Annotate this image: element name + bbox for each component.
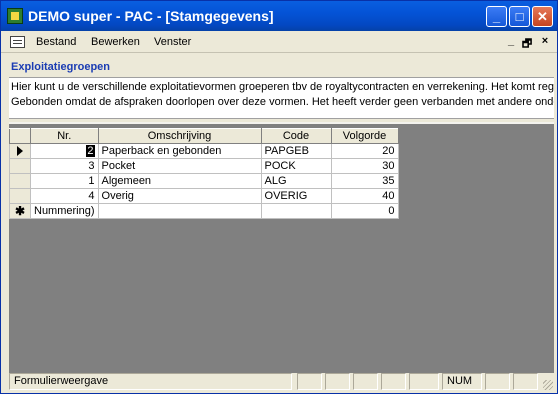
status-panel — [353, 373, 378, 390]
cell-code[interactable] — [260, 203, 332, 219]
cell-volgorde[interactable]: 20 — [330, 143, 399, 159]
menu-bar: Bestand Bewerken Venster _ 🗗 × — [1, 31, 557, 53]
cell-code[interactable]: PAPGEB — [260, 143, 332, 159]
mdi-minimize-button[interactable]: _ — [504, 35, 518, 47]
new-record-selector[interactable]: ✱ — [9, 203, 31, 219]
new-record-row[interactable]: ✱ Nummering) 0 — [9, 203, 399, 219]
maximize-button[interactable]: □ — [509, 6, 530, 27]
form-header: Exploitatiegroepen Hier kunt u de versch… — [9, 56, 554, 122]
resize-grip-icon[interactable] — [543, 380, 553, 390]
record-selector[interactable] — [9, 188, 31, 204]
cell-nr[interactable]: 2 — [30, 143, 99, 159]
new-record-star-icon: ✱ — [14, 204, 26, 218]
column-header-volgorde[interactable]: Volgorde — [330, 128, 399, 144]
app-window: DEMO super - PAC - [Stamgegevens] _ □ ✕ … — [0, 0, 558, 394]
window-title: DEMO super - PAC - [Stamgegevens] — [28, 8, 274, 24]
menu-venster[interactable]: Venster — [154, 36, 191, 48]
menu-bewerken[interactable]: Bewerken — [91, 36, 140, 48]
minimize-button[interactable]: _ — [486, 6, 507, 27]
column-header-nr[interactable]: Nr. — [30, 128, 99, 144]
record-selector[interactable] — [9, 173, 31, 189]
table-row[interactable]: 1 Algemeen ALG 35 — [9, 173, 399, 189]
table-row[interactable]: 4 Overig OVERIG 40 — [9, 188, 399, 204]
status-panel — [325, 373, 350, 390]
cell-volgorde[interactable]: 35 — [330, 173, 399, 189]
datasheet-table: Nr. Omschrijving Code Volgorde 2 Paperba… — [9, 128, 399, 219]
description-line: Hier kunt u de verschillende exploitatie… — [11, 81, 554, 93]
cell-omschrijving[interactable]: Overig — [97, 188, 262, 204]
cell-volgorde[interactable]: 40 — [330, 188, 399, 204]
cell-code[interactable]: POCK — [260, 158, 332, 174]
cell-omschrijving[interactable] — [97, 203, 262, 219]
status-text: Formulierweergave — [9, 373, 292, 390]
status-panel — [513, 373, 538, 390]
table-row[interactable]: 2 Paperback en gebonden PAPGEB 20 — [9, 143, 399, 159]
cell-volgorde[interactable]: 30 — [330, 158, 399, 174]
mdi-restore-button[interactable]: 🗗 — [520, 35, 534, 54]
cell-code[interactable]: ALG — [260, 173, 332, 189]
datasheet-area: Nr. Omschrijving Code Volgorde 2 Paperba… — [9, 122, 554, 376]
current-record-arrow-icon — [17, 146, 23, 157]
status-panel — [381, 373, 406, 390]
cell-nr[interactable]: 4 — [30, 188, 99, 204]
form-title: Exploitatiegroepen — [11, 61, 111, 73]
record-selector[interactable] — [9, 158, 31, 174]
cell-nr-value: 2 — [86, 145, 95, 157]
close-button[interactable]: ✕ — [532, 6, 553, 27]
cell-omschrijving[interactable]: Pocket — [97, 158, 262, 174]
table-row[interactable]: 3 Pocket POCK 30 — [9, 158, 399, 174]
cell-nr[interactable]: 1 — [30, 173, 99, 189]
header-row: Nr. Omschrijving Code Volgorde — [9, 128, 399, 144]
column-header-code[interactable]: Code — [260, 128, 332, 144]
num-lock-indicator: NUM — [442, 373, 482, 390]
cell-nr[interactable]: Nummering) — [30, 203, 99, 219]
description-line: Gebonden omdat de afspraken doorlopen ov… — [11, 96, 554, 108]
title-bar[interactable]: DEMO super - PAC - [Stamgegevens] _ □ ✕ — [1, 1, 557, 31]
status-panel — [485, 373, 510, 390]
menu-bestand[interactable]: Bestand — [36, 36, 76, 48]
description-box[interactable]: Hier kunt u de verschillende exploitatie… — [9, 77, 554, 119]
cell-nr[interactable]: 3 — [30, 158, 99, 174]
status-bar: Formulierweergave NUM — [9, 373, 554, 391]
cell-omschrijving[interactable]: Paperback en gebonden — [97, 143, 262, 159]
record-selector-current[interactable] — [9, 143, 31, 159]
form-area: Exploitatiegroepen Hier kunt u de versch… — [9, 56, 554, 376]
mdi-close-button[interactable]: × — [538, 35, 552, 47]
form-menu-icon[interactable] — [10, 36, 25, 48]
status-panel — [409, 373, 439, 390]
cell-code[interactable]: OVERIG — [260, 188, 332, 204]
status-panel — [297, 373, 322, 390]
cell-omschrijving[interactable]: Algemeen — [97, 173, 262, 189]
cell-volgorde[interactable]: 0 — [330, 203, 399, 219]
column-header-omschrijving[interactable]: Omschrijving — [97, 128, 262, 144]
app-icon[interactable] — [7, 8, 23, 24]
select-all-corner[interactable] — [9, 128, 31, 144]
